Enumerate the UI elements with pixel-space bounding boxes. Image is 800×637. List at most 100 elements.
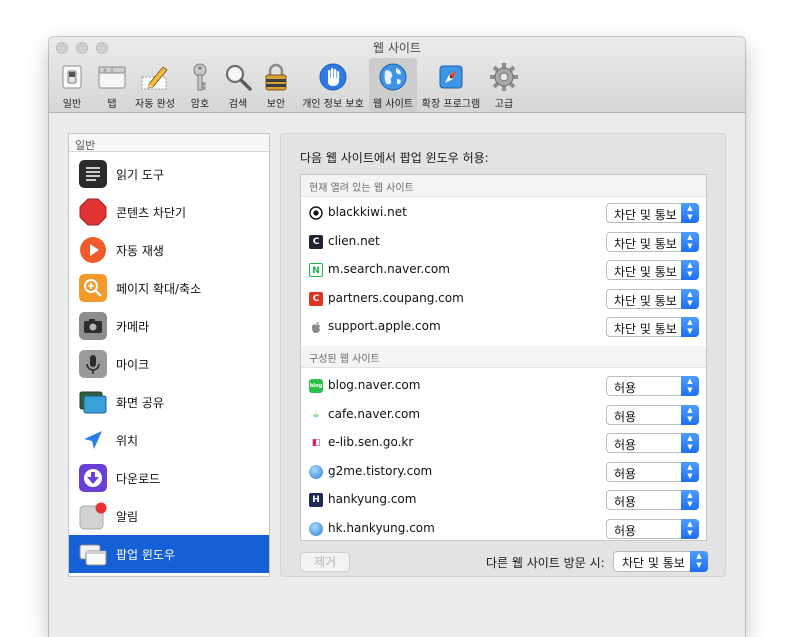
site-row[interactable]: ☕ cafe.naver.com 허용 ▲ ▼ bbox=[301, 401, 706, 429]
sidebar-item-screen-sharing[interactable]: 화면 공유 bbox=[69, 383, 269, 421]
sidebar-item-downloads[interactable]: 다운로드 bbox=[69, 459, 269, 497]
location-arrow-icon bbox=[84, 431, 102, 449]
popup-arrows-icon: ▲ ▼ bbox=[681, 260, 699, 280]
preferences-body: 일반 읽기 도구 콘텐츠 차단기 자동 재생 페이지 확대/축소 카메라 마이크… bbox=[49, 113, 745, 637]
site-policy-value: 허용 bbox=[614, 409, 637, 424]
sidebar-item-autoplay[interactable]: 자동 재생 bbox=[69, 231, 269, 269]
microphone-icon bbox=[79, 350, 107, 378]
site-name: clien.net bbox=[328, 233, 380, 248]
toolbar-privacy[interactable]: 개인 정보 보호 bbox=[299, 58, 367, 112]
site-row[interactable]: blog blog.naver.com 허용 ▲ ▼ bbox=[301, 372, 706, 400]
site-row[interactable]: Nm.search.naver.com 차단 및 통보 ▲ ▼ bbox=[301, 256, 706, 284]
naver-blog-favicon-icon: blog bbox=[309, 379, 323, 393]
sidebar-item-page-zoom[interactable]: 페이지 확대/축소 bbox=[69, 269, 269, 307]
site-policy-popup[interactable]: 차단 및 통보 ▲ ▼ bbox=[606, 231, 699, 252]
toolbar-search[interactable]: 검색 bbox=[223, 58, 253, 112]
site-policy-popup[interactable]: 허용 ▲ ▼ bbox=[606, 433, 699, 453]
download-icon bbox=[79, 464, 107, 492]
site-policy-popup[interactable]: 차단 및 통보 ▲ ▼ bbox=[606, 288, 699, 309]
site-policy-popup[interactable]: 허용 ▲ ▼ bbox=[606, 518, 699, 539]
site-row[interactable]: support.apple.com 차단 및 통보 ▲ ▼ bbox=[301, 313, 706, 341]
site-policy-value: 허용 bbox=[614, 495, 637, 509]
site-policy-value: 차단 및 통보 bbox=[614, 322, 677, 336]
camera-icon bbox=[79, 312, 107, 340]
apple-favicon-icon bbox=[309, 320, 323, 334]
sidebar-item-camera[interactable]: 카메라 bbox=[69, 307, 269, 345]
site-policy-value: 허용 bbox=[614, 523, 637, 538]
toolbar: 웹 사이트 일반 × 탭 자동 완성 암호 검색 보안 개인 정보 보호 웹 사… bbox=[49, 37, 745, 113]
toolbar-autofill[interactable]: 자동 완성 bbox=[133, 58, 177, 112]
popup-arrows-icon: ▲ ▼ bbox=[681, 461, 699, 482]
section-open-sites: 현재 열려 있는 웹 사이트 bbox=[301, 175, 706, 197]
site-policy-popup[interactable]: 허용 ▲ ▼ bbox=[606, 404, 699, 425]
site-policy-value: 차단 및 통보 bbox=[614, 293, 677, 308]
toolbar-passwords[interactable]: 암호 bbox=[185, 58, 215, 112]
reader-icon bbox=[79, 160, 107, 188]
puzzle-compass-icon bbox=[439, 65, 463, 89]
popup-arrows-icon: ▲ ▼ bbox=[681, 490, 699, 510]
popup-arrows-icon: ▲ ▼ bbox=[681, 376, 699, 396]
sidebar-item-popup-windows[interactable]: 팝업 윈도우 bbox=[69, 535, 269, 573]
website-list: 현재 열려 있는 웹 사이트 구성된 웹 사이트 blackkiwi.net 차단… bbox=[300, 174, 707, 541]
site-policy-value: 차단 및 통보 bbox=[614, 236, 677, 251]
toolbar-general[interactable]: 일반 bbox=[57, 58, 87, 112]
site-row[interactable]: ◧ e-lib.sen.go.kr 허용 ▲ ▼ bbox=[301, 429, 706, 457]
site-name: g2me.tistory.com bbox=[328, 463, 433, 478]
site-policy-popup[interactable]: 허용 ▲ ▼ bbox=[606, 461, 699, 482]
site-name: hk.hankyung.com bbox=[328, 520, 435, 535]
toolbar-tabs[interactable]: × 탭 bbox=[95, 58, 129, 112]
site-policy-popup[interactable]: 차단 및 통보 ▲ ▼ bbox=[606, 317, 699, 337]
sidebar-item-notifications[interactable]: 알림 bbox=[69, 497, 269, 535]
toolbar-advanced[interactable]: 고급 bbox=[487, 58, 521, 112]
sidebar-item-reader[interactable]: 읽기 도구 bbox=[69, 155, 269, 193]
popup-arrows-icon: ▲ ▼ bbox=[681, 288, 699, 309]
site-row[interactable]: Cclien.net 차단 및 통보 ▲ ▼ bbox=[301, 228, 706, 256]
site-row[interactable]: Cpartners.coupang.com 차단 및 통보 ▲ ▼ bbox=[301, 285, 706, 313]
site-policy-popup[interactable]: 차단 및 통보 ▲ ▼ bbox=[606, 203, 699, 223]
site-name: blackkiwi.net bbox=[328, 205, 407, 219]
site-policy-value: 허용 bbox=[614, 438, 637, 452]
sidebar-item-content-blockers[interactable]: 콘텐츠 차단기 bbox=[69, 193, 269, 231]
key-icon bbox=[193, 63, 207, 91]
site-name: blog.naver.com bbox=[328, 378, 421, 392]
site-policy-popup[interactable]: 허용 ▲ ▼ bbox=[606, 376, 699, 396]
padlock-icon bbox=[265, 63, 287, 91]
other-sites-popup[interactable]: 차단 및 통보 ▲ ▼ bbox=[613, 551, 708, 572]
site-policy-popup[interactable]: 허용 ▲ ▼ bbox=[606, 490, 699, 510]
site-row[interactable]: hk.hankyung.com 허용 ▲ ▼ bbox=[301, 515, 706, 541]
sidebar-item-microphone[interactable]: 마이크 bbox=[69, 345, 269, 383]
svg-text:×: × bbox=[103, 68, 107, 74]
site-name: cafe.naver.com bbox=[328, 406, 421, 421]
bk-favicon-icon bbox=[309, 206, 323, 220]
other-sites-label: 다른 웹 사이트 방문 시: bbox=[486, 556, 605, 570]
popup-arrows-icon: ▲ ▼ bbox=[681, 317, 699, 337]
sidebar-item-location[interactable]: 위치 bbox=[69, 421, 269, 459]
site-row[interactable]: blackkiwi.net 차단 및 통보 ▲ ▼ bbox=[301, 199, 706, 227]
site-name: partners.coupang.com bbox=[328, 290, 464, 305]
naver-cafe-favicon-icon: ☕ bbox=[309, 407, 323, 422]
magnifier-icon bbox=[225, 64, 252, 91]
popup-arrows-icon: ▲ ▼ bbox=[690, 551, 708, 572]
site-row[interactable]: g2me.tistory.com 허용 ▲ ▼ bbox=[301, 458, 706, 486]
window-title: 웹 사이트 bbox=[373, 41, 421, 55]
privacy-hand-icon bbox=[319, 63, 347, 91]
play-icon bbox=[80, 237, 106, 263]
tabs-icon: × bbox=[98, 66, 126, 89]
site-row[interactable]: Hhankyung.com 허용 ▲ ▼ bbox=[301, 486, 706, 514]
notification-icon bbox=[79, 502, 107, 530]
toolbar-extensions[interactable]: 확장 프로그램 bbox=[419, 58, 483, 112]
globe-favicon-icon bbox=[309, 521, 323, 536]
globe-favicon-icon bbox=[309, 464, 323, 479]
toolbar-security[interactable]: 보안 bbox=[261, 58, 291, 112]
elib-favicon-icon: ◧ bbox=[309, 436, 323, 450]
autofill-pencil-icon bbox=[141, 66, 168, 90]
remove-button[interactable]: 제거 bbox=[300, 552, 350, 572]
site-policy-value: 허용 bbox=[614, 381, 637, 395]
coupang-favicon-icon: C bbox=[309, 291, 323, 306]
gear-icon bbox=[490, 63, 518, 91]
site-name: hankyung.com bbox=[328, 492, 417, 506]
popup-window-icon bbox=[79, 544, 107, 566]
toolbar-websites[interactable]: 웹 사이트 bbox=[369, 58, 417, 112]
naver-favicon-icon: N bbox=[309, 263, 323, 277]
site-policy-popup[interactable]: 차단 및 통보 ▲ ▼ bbox=[606, 260, 699, 280]
